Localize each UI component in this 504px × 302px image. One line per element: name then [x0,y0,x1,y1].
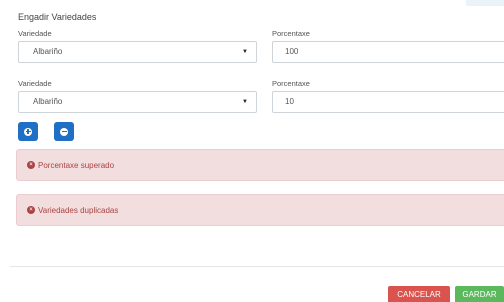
variety-select-1-value: Albariño [33,47,63,56]
cancel-button[interactable]: CANCELAR [388,286,450,302]
variety-select-2-value: Albariño [33,97,63,106]
minus-circle-icon [60,127,68,136]
add-variety-button[interactable] [18,122,38,141]
section-title: Engadir Variedades [18,12,97,22]
variety-select-2[interactable]: Albariño ▼ [18,91,257,113]
footer-divider [10,266,504,267]
alert-percent-exceeded: × Porcentaxe superado [16,149,504,181]
percent-label-2: Porcentaxe [272,79,310,88]
percent-input-2-value: 10 [285,97,294,106]
percent-input-1[interactable]: 100 [272,41,504,63]
caret-down-icon: ▼ [242,99,248,105]
percent-label-1: Porcentaxe [272,29,310,38]
alert-text: Porcentaxe superado [38,160,115,170]
variety-select-1[interactable]: Albariño ▼ [18,41,257,63]
error-circle-icon: × [27,206,35,214]
variety-label-1: Variedade [18,29,52,38]
alert-duplicate-varieties: × Variedades duplicadas [16,194,504,226]
variety-label-2: Variedade [18,79,52,88]
top-right-tab [466,0,504,6]
error-circle-icon: × [27,161,35,169]
percent-input-1-value: 100 [285,47,299,56]
alert-text: Variedades duplicadas [38,205,119,215]
percent-input-2[interactable]: 10 [272,91,504,113]
plus-circle-icon [24,127,32,136]
save-button[interactable]: GARDAR [455,286,504,302]
remove-variety-button[interactable] [54,122,74,141]
caret-down-icon: ▼ [242,49,248,55]
